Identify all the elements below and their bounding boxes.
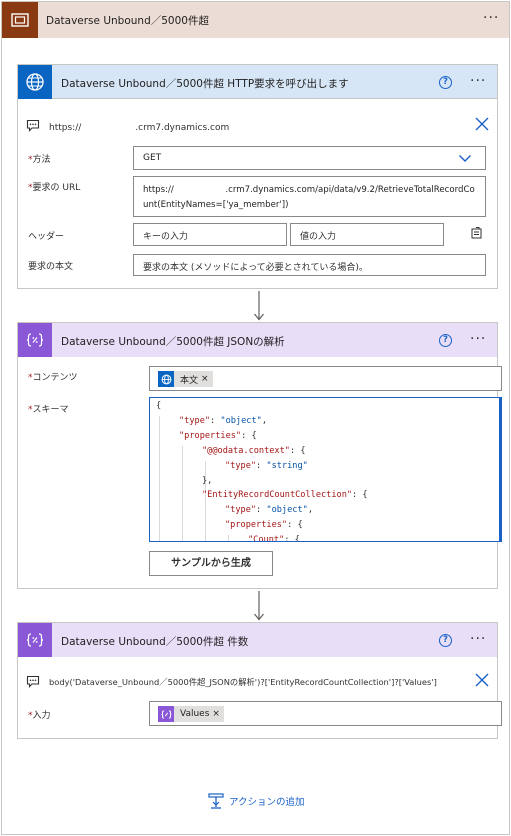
scope-container: Dataverse Unbound／5000件超 ··· Dataverse U… bbox=[1, 1, 510, 835]
url-line-1: https:// .crm7.dynamics.com/api/data/v9.… bbox=[143, 185, 475, 195]
values-token-label: Values bbox=[180, 709, 210, 719]
count-card-header[interactable]: Dataverse Unbound／5000件超 件数 ? ··· bbox=[18, 623, 497, 657]
schema-line: "properties": { bbox=[179, 430, 257, 441]
editor-scrollbar[interactable] bbox=[499, 398, 501, 541]
scope-title: Dataverse Unbound／5000件超 bbox=[46, 15, 209, 27]
switch-to-text-mode-icon[interactable] bbox=[470, 227, 483, 240]
help-icon[interactable]: ? bbox=[439, 334, 452, 347]
http-card-header[interactable]: Dataverse Unbound／5000件超 HTTP要求を呼び出します ?… bbox=[18, 65, 497, 99]
globe-icon bbox=[158, 371, 174, 387]
data-operation-icon bbox=[158, 706, 174, 722]
scope-more-button[interactable]: ··· bbox=[483, 11, 499, 25]
schema-line: "type": "object", bbox=[225, 505, 313, 516]
body-label: 要求の本文 bbox=[28, 262, 74, 272]
http-action-card: Dataverse Unbound／5000件超 HTTP要求を呼び出します ?… bbox=[17, 64, 498, 289]
json-card-header[interactable]: Dataverse Unbound／5000件超 JSONの解析 ? ··· bbox=[18, 323, 497, 357]
json-card-title: Dataverse Unbound／5000件超 JSONの解析 bbox=[61, 336, 285, 348]
content-token-label: 本文 bbox=[180, 375, 199, 386]
indent-guide bbox=[228, 535, 229, 541]
add-action-icon bbox=[208, 793, 224, 809]
method-value: GET bbox=[143, 153, 162, 163]
url-label: *要求の URL bbox=[28, 183, 81, 193]
comment-icon bbox=[26, 675, 40, 688]
indent-guide bbox=[182, 445, 183, 541]
close-icon[interactable] bbox=[475, 117, 489, 131]
scope-icon bbox=[2, 2, 38, 38]
method-label: *方法 bbox=[28, 155, 51, 165]
connection-url: https:// .crm7.dynamics.com bbox=[49, 123, 230, 133]
parse-json-card: Dataverse Unbound／5000件超 JSONの解析 ? ··· *… bbox=[17, 322, 502, 589]
header-key-input[interactable]: キーの入力 bbox=[133, 223, 287, 246]
schema-line: { bbox=[156, 401, 162, 411]
help-icon[interactable]: ? bbox=[439, 76, 452, 89]
input-label: *入力 bbox=[28, 711, 51, 721]
count-card-title: Dataverse Unbound／5000件超 件数 bbox=[61, 636, 249, 648]
connection-row: https:// .crm7.dynamics.com bbox=[26, 117, 491, 135]
count-action-card: Dataverse Unbound／5000件超 件数 ? ··· body('… bbox=[17, 622, 502, 739]
schema-line: "EntityRecordCountCollection": { bbox=[202, 490, 368, 501]
schema-line: "type": "object", bbox=[179, 415, 267, 426]
url-line-2: unt(EntityNames=['ya_member']) bbox=[143, 200, 289, 210]
http-more-button[interactable]: ··· bbox=[470, 74, 486, 88]
remove-token-icon[interactable]: × bbox=[212, 709, 224, 719]
values-token[interactable]: Values × bbox=[158, 706, 224, 722]
data-operation-icon bbox=[18, 623, 52, 657]
http-card-title: Dataverse Unbound／5000件超 HTTP要求を呼び出します bbox=[61, 78, 349, 90]
scope-header[interactable]: Dataverse Unbound／5000件超 ··· bbox=[2, 2, 509, 38]
expression-row: body('Dataverse_Unbound／5000件超_JSONの解析')… bbox=[26, 673, 491, 691]
data-operation-icon bbox=[18, 323, 52, 357]
help-icon[interactable]: ? bbox=[439, 634, 452, 647]
remove-token-icon[interactable]: × bbox=[201, 374, 213, 384]
flow-arrow bbox=[254, 591, 264, 621]
content-input[interactable]: 本文 × bbox=[149, 366, 502, 391]
add-action-button[interactable]: アクションの追加 bbox=[208, 792, 305, 810]
content-label: *コンテンツ bbox=[28, 373, 78, 383]
schema-line: "type": "string" bbox=[225, 460, 308, 471]
url-input[interactable]: https:// .crm7.dynamics.com/api/data/v9.… bbox=[133, 176, 486, 217]
expression-text: body('Dataverse_Unbound／5000件超_JSONの解析')… bbox=[49, 677, 437, 687]
header-value-input[interactable]: 値の入力 bbox=[290, 223, 444, 246]
schema-line: "@@odata.context": { bbox=[202, 445, 306, 456]
body-input[interactable]: 要求の本文 (メソッドによって必要とされている場合)。 bbox=[133, 254, 486, 276]
schema-line: "Count": { bbox=[248, 535, 300, 542]
header-key-placeholder: キーの入力 bbox=[143, 232, 189, 242]
close-icon[interactable] bbox=[475, 673, 489, 687]
add-action-label: アクションの追加 bbox=[229, 797, 305, 808]
count-input[interactable]: Values × bbox=[149, 701, 502, 726]
indent-guide bbox=[159, 415, 160, 541]
chevron-down-icon bbox=[459, 155, 471, 162]
count-more-button[interactable]: ··· bbox=[470, 632, 486, 646]
schema-editor[interactable]: { "type": "object", "properties": { "@@odat… bbox=[149, 397, 502, 542]
schema-line: "properties": { bbox=[225, 520, 303, 531]
content-token[interactable]: 本文 × bbox=[158, 371, 213, 387]
method-select[interactable]: GET bbox=[133, 146, 486, 170]
schema-label: *スキーマ bbox=[28, 405, 69, 415]
connection-icon bbox=[26, 119, 40, 132]
json-more-button[interactable]: ··· bbox=[470, 332, 486, 346]
generate-from-sample-button[interactable]: サンプルから生成 bbox=[149, 551, 273, 576]
indent-guide bbox=[205, 460, 206, 541]
header-value-placeholder: 値の入力 bbox=[300, 232, 337, 242]
headers-label: ヘッダー bbox=[28, 232, 65, 242]
flow-arrow bbox=[254, 291, 264, 321]
body-placeholder: 要求の本文 (メソッドによって必要とされている場合)。 bbox=[143, 263, 368, 273]
globe-icon bbox=[18, 65, 52, 99]
schema-line: }, bbox=[202, 475, 213, 486]
